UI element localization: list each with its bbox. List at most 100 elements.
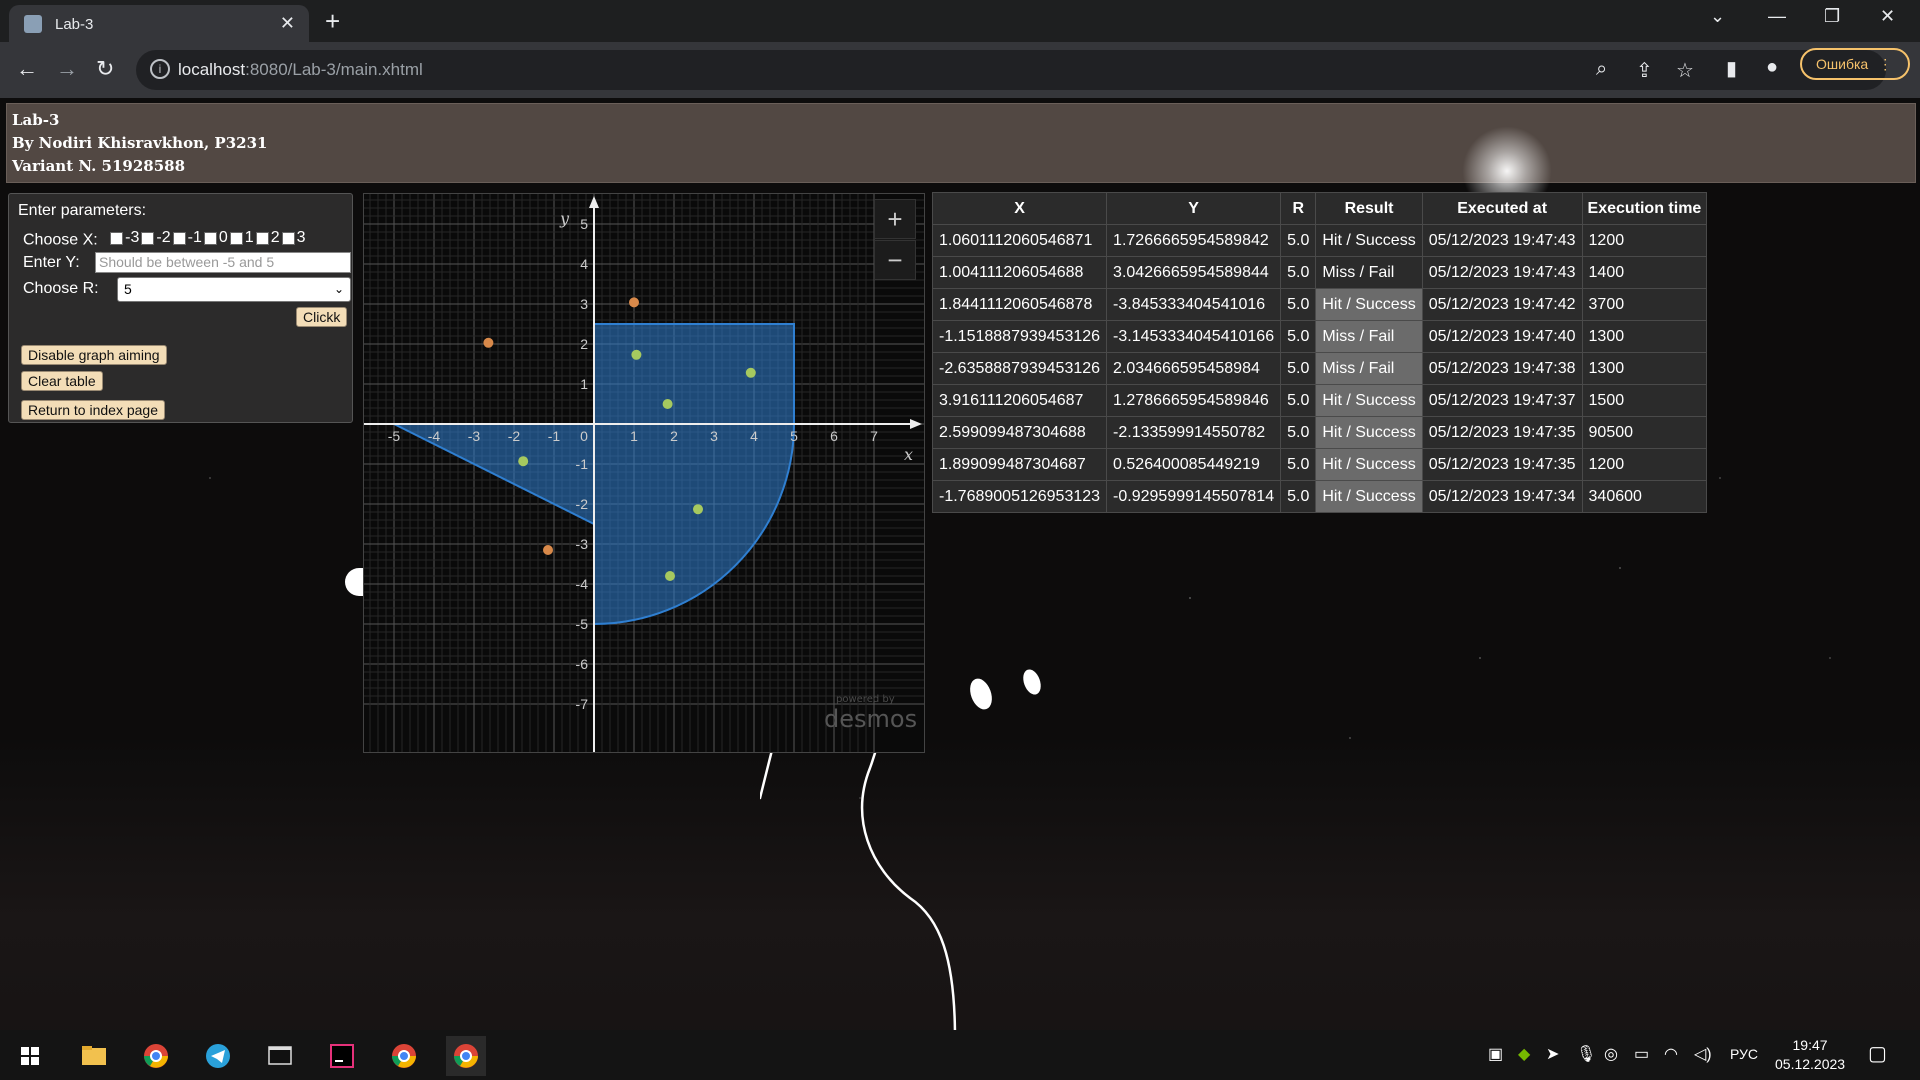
column-header: Result: [1315, 192, 1423, 225]
table-cell: -1.7689005126953123: [931, 480, 1108, 513]
x-option-1[interactable]: -2: [141, 229, 171, 247]
chrome-icon-3[interactable]: [446, 1036, 486, 1076]
header-title: Lab-3: [12, 111, 60, 129]
table-cell: 1400: [1581, 256, 1708, 289]
y-label: Enter Y:: [23, 254, 80, 271]
x-checkbox-0[interactable]: [110, 231, 124, 245]
telegram-tray-icon[interactable]: ➤: [1546, 1044, 1559, 1064]
x-checkbox-3[interactable]: [203, 231, 217, 245]
wifi-icon[interactable]: ◠: [1664, 1044, 1678, 1064]
language-indicator[interactable]: РУС: [1730, 1046, 1758, 1062]
share-icon[interactable]: ⇪: [1636, 58, 1653, 83]
miss-point: [483, 337, 494, 348]
x-label: Choose X:: [23, 231, 98, 249]
table-cell: 2.599099487304688: [931, 416, 1108, 449]
submit-button[interactable]: Clickk: [296, 307, 348, 327]
table-row: 1.004111206054688 3.0426665954589844 5.0 Mi…: [931, 256, 1708, 289]
x-option-label: 0: [218, 229, 228, 246]
table-cell: 340600: [1581, 480, 1708, 513]
nvidia-icon[interactable]: ◆: [1518, 1044, 1530, 1064]
tab-search-icon[interactable]: ⌄: [1710, 6, 1725, 27]
table-row: 3.916111206054687 1.2786665954589846 5.0 Hi…: [931, 384, 1708, 417]
disable-aiming-button[interactable]: Disable graph aiming: [21, 345, 167, 365]
file-explorer-icon[interactable]: [74, 1036, 114, 1076]
x-checkbox-2[interactable]: [172, 231, 186, 245]
y-tick-label: 3: [580, 296, 588, 312]
windows-taskbar: ▣ ◆ ➤ 🎙 ◎ ▭ ◠ ◁) РУС 19:47 05.12.2023 ▢: [0, 1030, 1920, 1080]
table-cell: 5.0: [1280, 352, 1317, 385]
minimize-button[interactable]: —: [1768, 6, 1786, 27]
x-axis-label: x: [904, 445, 913, 464]
microphone-icon[interactable]: 🎙: [1576, 1044, 1596, 1064]
table-cell: 05/12/2023 19:47:38: [1421, 352, 1583, 385]
terminal-icon[interactable]: [260, 1036, 300, 1076]
system-clock[interactable]: 19:47 05.12.2023: [1775, 1036, 1845, 1074]
hit-point: [745, 367, 756, 378]
miss-point: [629, 297, 639, 308]
x-tick-label: 0: [580, 428, 588, 444]
column-header: Executed at: [1421, 192, 1583, 225]
chrome-icon-2[interactable]: [384, 1036, 424, 1076]
x-option-6[interactable]: 3: [281, 229, 306, 247]
return-index-button[interactable]: Return to index page: [21, 400, 165, 420]
x-checkbox-5[interactable]: [255, 231, 269, 245]
battery-icon[interactable]: ▭: [1634, 1044, 1649, 1064]
steam-icon[interactable]: ◎: [1604, 1044, 1618, 1064]
desmos-graph[interactable]: -7-6-5-4-3-2-1012345677654321-1-2-3-4-5-…: [308, 136, 925, 753]
table-cell: Hit / Success: [1315, 480, 1423, 513]
x-option-3[interactable]: 0: [203, 229, 228, 247]
table-cell: 1300: [1581, 352, 1708, 385]
x-option-4[interactable]: 1: [229, 229, 254, 247]
table-row: -2.6358887939453126 2.034666595458984 5.0 M…: [931, 352, 1708, 385]
zoom-in-button[interactable]: +: [874, 199, 916, 239]
browser-tab[interactable]: Lab-3 ✕: [9, 5, 309, 42]
x-tick-label: 6: [830, 428, 838, 444]
x-option-0[interactable]: -3: [110, 229, 139, 247]
bookmark-star-icon[interactable]: ☆: [1676, 58, 1694, 83]
zoom-icon[interactable]: ⌕: [1596, 58, 1607, 81]
graph-canvas[interactable]: -7-6-5-4-3-2-1012345677654321-1-2-3-4-5-…: [308, 136, 924, 752]
url-text[interactable]: localhost:8080/Lab-3/main.xhtml: [178, 60, 423, 80]
zoom-out-button[interactable]: −: [874, 240, 916, 280]
reload-icon[interactable]: ↻: [96, 56, 114, 82]
hit-point: [665, 571, 675, 581]
x-option-2[interactable]: -1: [172, 229, 202, 247]
tab-close-icon[interactable]: ✕: [280, 13, 295, 34]
table-row: 1.0601112060546871 1.7266665954589842 5.0 H…: [931, 224, 1708, 257]
profile-icon[interactable]: ●: [1766, 56, 1778, 79]
telegram-icon[interactable]: [198, 1036, 238, 1076]
site-info-icon[interactable]: i: [150, 59, 170, 79]
back-arrow-icon[interactable]: ←: [16, 56, 38, 82]
table-cell: 1200: [1581, 224, 1708, 257]
figure-eye-left: [970, 678, 992, 710]
url-path: :8080/Lab-3/main.xhtml: [245, 60, 423, 79]
side-panel-icon[interactable]: ▮: [1726, 56, 1737, 81]
x-tick-label: -1: [548, 428, 561, 444]
forward-arrow-icon[interactable]: →: [56, 56, 78, 82]
tray-app-icon[interactable]: ▣: [1488, 1044, 1503, 1064]
volume-icon[interactable]: ◁): [1694, 1044, 1712, 1064]
new-tab-button[interactable]: +: [325, 6, 340, 37]
intellij-icon[interactable]: [322, 1036, 362, 1076]
close-window-button[interactable]: ✕: [1880, 6, 1895, 27]
x-checkbox-6[interactable]: [281, 231, 295, 245]
restore-button[interactable]: ❐: [1824, 6, 1840, 27]
notifications-icon[interactable]: ▢: [1868, 1041, 1887, 1066]
figure-eye-right: [1023, 669, 1041, 695]
x-checkbox-4[interactable]: [229, 231, 243, 245]
table-cell: 1500: [1581, 384, 1708, 417]
chrome-icon[interactable]: [136, 1036, 176, 1076]
table-row: 2.599099487304688 -2.133599914550782 5.0 Hi…: [931, 416, 1708, 449]
windows-start-icon[interactable]: [10, 1036, 50, 1076]
x-option-5[interactable]: 2: [255, 229, 280, 247]
table-header-row: X Y R Result Executed at Execution time: [931, 192, 1708, 225]
error-button[interactable]: Ошибка ⋮: [1800, 48, 1910, 80]
clear-table-button[interactable]: Clear table: [21, 371, 103, 391]
x-tick-label: 4: [750, 428, 758, 444]
address-bar[interactable]: i localhost:8080/Lab-3/main.xhtml ⌕ ⇪ ☆: [136, 50, 1886, 90]
menu-dots-icon[interactable]: ⋮: [1878, 56, 1892, 72]
r-select[interactable]: 5 ⌄: [117, 277, 351, 302]
y-input[interactable]: Should be between -5 and 5: [95, 252, 351, 273]
x-checkbox-1[interactable]: [141, 231, 155, 245]
form-title: Enter parameters:: [18, 202, 147, 219]
